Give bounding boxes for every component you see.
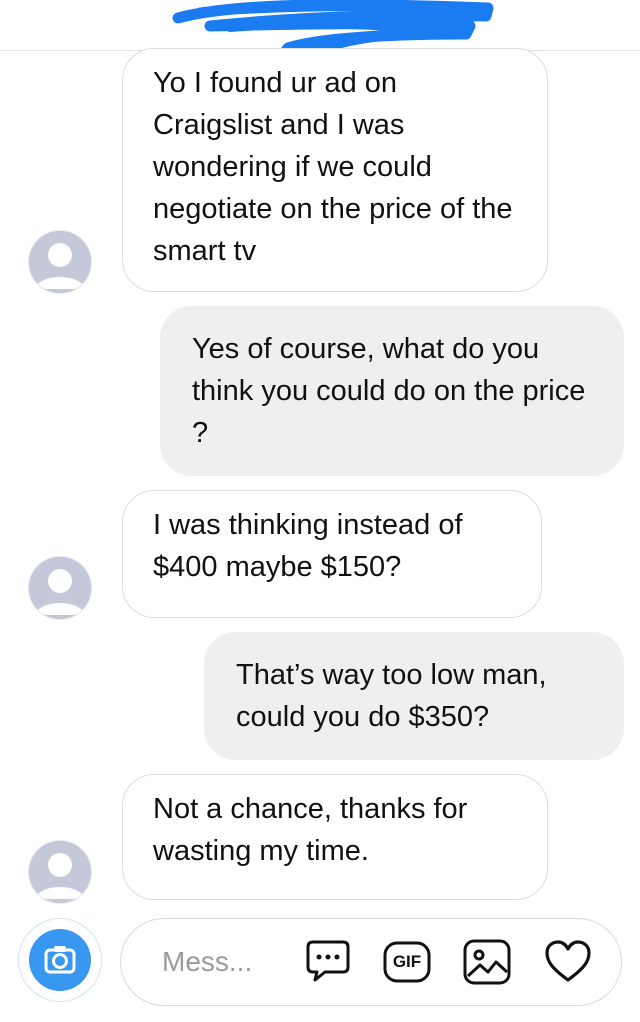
avatar[interactable] xyxy=(28,230,92,294)
heart-icon[interactable] xyxy=(543,938,593,986)
avatar[interactable] xyxy=(28,840,92,904)
outgoing-message: Yes of course, what do you think you cou… xyxy=(160,306,624,476)
default-avatar-icon xyxy=(29,557,91,619)
avatar[interactable] xyxy=(28,556,92,620)
camera-button[interactable] xyxy=(18,918,102,1002)
incoming-message: I was thinking instead of $400 maybe $15… xyxy=(122,490,542,618)
chat-header xyxy=(0,0,640,62)
default-avatar-icon xyxy=(29,231,91,293)
message-text: That’s way too low man, could you do $35… xyxy=(236,659,547,733)
incoming-message: Not a chance, thanks for wasting my time… xyxy=(122,774,548,900)
camera-icon xyxy=(29,929,91,991)
message-input[interactable]: Mess... xyxy=(162,944,252,980)
message-text: Not a chance, thanks for wasting my time… xyxy=(153,793,468,867)
gallery-icon[interactable] xyxy=(462,938,512,986)
default-avatar-icon xyxy=(29,841,91,903)
message-text: Yes of course, what do you think you cou… xyxy=(192,333,586,449)
message-text: I was thinking instead of $400 maybe $15… xyxy=(153,509,463,583)
message-text: Yo I found ur ad on Craigslist and I was… xyxy=(153,67,513,267)
outgoing-message: That’s way too low man, could you do $35… xyxy=(204,632,624,760)
gif-label: GIF xyxy=(392,952,422,971)
incoming-message: Yo I found ur ad on Craigslist and I was… xyxy=(122,48,548,292)
chat-bubble-icon[interactable] xyxy=(303,935,353,985)
